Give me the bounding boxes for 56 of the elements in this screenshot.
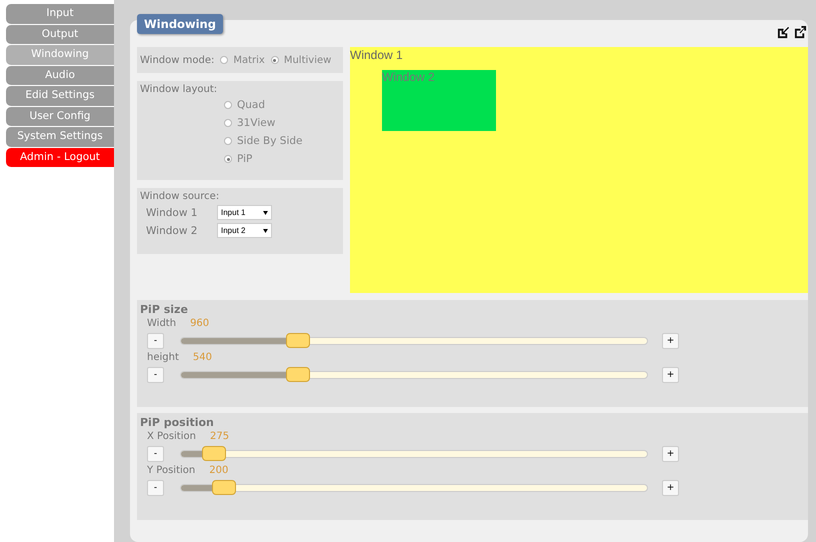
increase-button[interactable]: +	[662, 367, 679, 383]
logout-button[interactable]: Admin - Logout	[6, 148, 114, 167]
radio-label[interactable]: Side By Side	[237, 135, 303, 147]
sidebar-item[interactable]: Output	[6, 24, 114, 44]
radio-button[interactable]	[270, 56, 279, 64]
slider-value: 275	[210, 431, 230, 442]
increase-button[interactable]: +	[662, 446, 679, 462]
window-label: Window 1	[350, 47, 404, 62]
panel-title: Windowing	[137, 14, 223, 34]
radio-button[interactable]	[224, 155, 232, 163]
slider-thumb[interactable]	[286, 333, 310, 348]
decrease-button[interactable]: -	[147, 446, 164, 462]
slider-thumb[interactable]	[202, 446, 226, 461]
increase-button[interactable]: +	[662, 333, 679, 349]
field-label: Window 2	[146, 224, 198, 236]
slider-value: 960	[190, 318, 210, 329]
caret-icon	[263, 228, 268, 232]
radio-button[interactable]	[220, 56, 228, 64]
radio-button[interactable]	[224, 137, 232, 145]
slider-value: 200	[209, 465, 228, 476]
slider-value: 540	[192, 352, 212, 363]
sidebar-item[interactable]: User Config	[6, 106, 114, 126]
export-icon[interactable]	[794, 26, 807, 39]
radio-label[interactable]: Matrix	[233, 54, 265, 66]
radio-label[interactable]: Quad	[237, 99, 266, 111]
field-label: Window 1	[146, 206, 198, 218]
source-dropdown[interactable]: Input 2	[217, 223, 272, 238]
section-title: PiP position	[140, 416, 215, 429]
decrease-button[interactable]: -	[147, 480, 164, 496]
slider-thumb[interactable]	[212, 480, 236, 495]
field-label: Window layout:	[140, 84, 218, 95]
radio-button[interactable]	[224, 101, 232, 109]
radio-label[interactable]: PiP	[237, 153, 252, 165]
caret-icon	[263, 210, 268, 214]
source-dropdown[interactable]: Input 1	[217, 205, 272, 220]
sidebar-item[interactable]: Audio	[6, 66, 114, 85]
field-label: Window source:	[140, 191, 220, 202]
decrease-button[interactable]: -	[147, 367, 164, 383]
sidebar-item[interactable]: System Settings	[6, 127, 114, 146]
sidebar-item[interactable]: Input	[6, 4, 114, 24]
slider-label: Y Position	[147, 465, 196, 476]
slider-label: Width	[147, 318, 176, 329]
sidebar-item[interactable]: Windowing	[6, 45, 114, 64]
window-label: Window 2	[382, 70, 436, 84]
sidebar-item[interactable]: Edid Settings	[6, 86, 114, 106]
slider-label: height	[147, 352, 179, 363]
field-label: Window mode:	[140, 54, 214, 66]
radio-label[interactable]: Multiview	[284, 54, 332, 66]
decrease-button[interactable]: -	[147, 333, 164, 349]
radio-button[interactable]	[224, 119, 232, 127]
section-title: PiP size	[140, 303, 189, 316]
increase-button[interactable]: +	[662, 480, 679, 496]
radio-label[interactable]: 31View	[237, 117, 276, 129]
slider-thumb[interactable]	[286, 367, 310, 382]
import-icon[interactable]	[777, 26, 790, 39]
slider-label: X Position	[147, 431, 196, 442]
